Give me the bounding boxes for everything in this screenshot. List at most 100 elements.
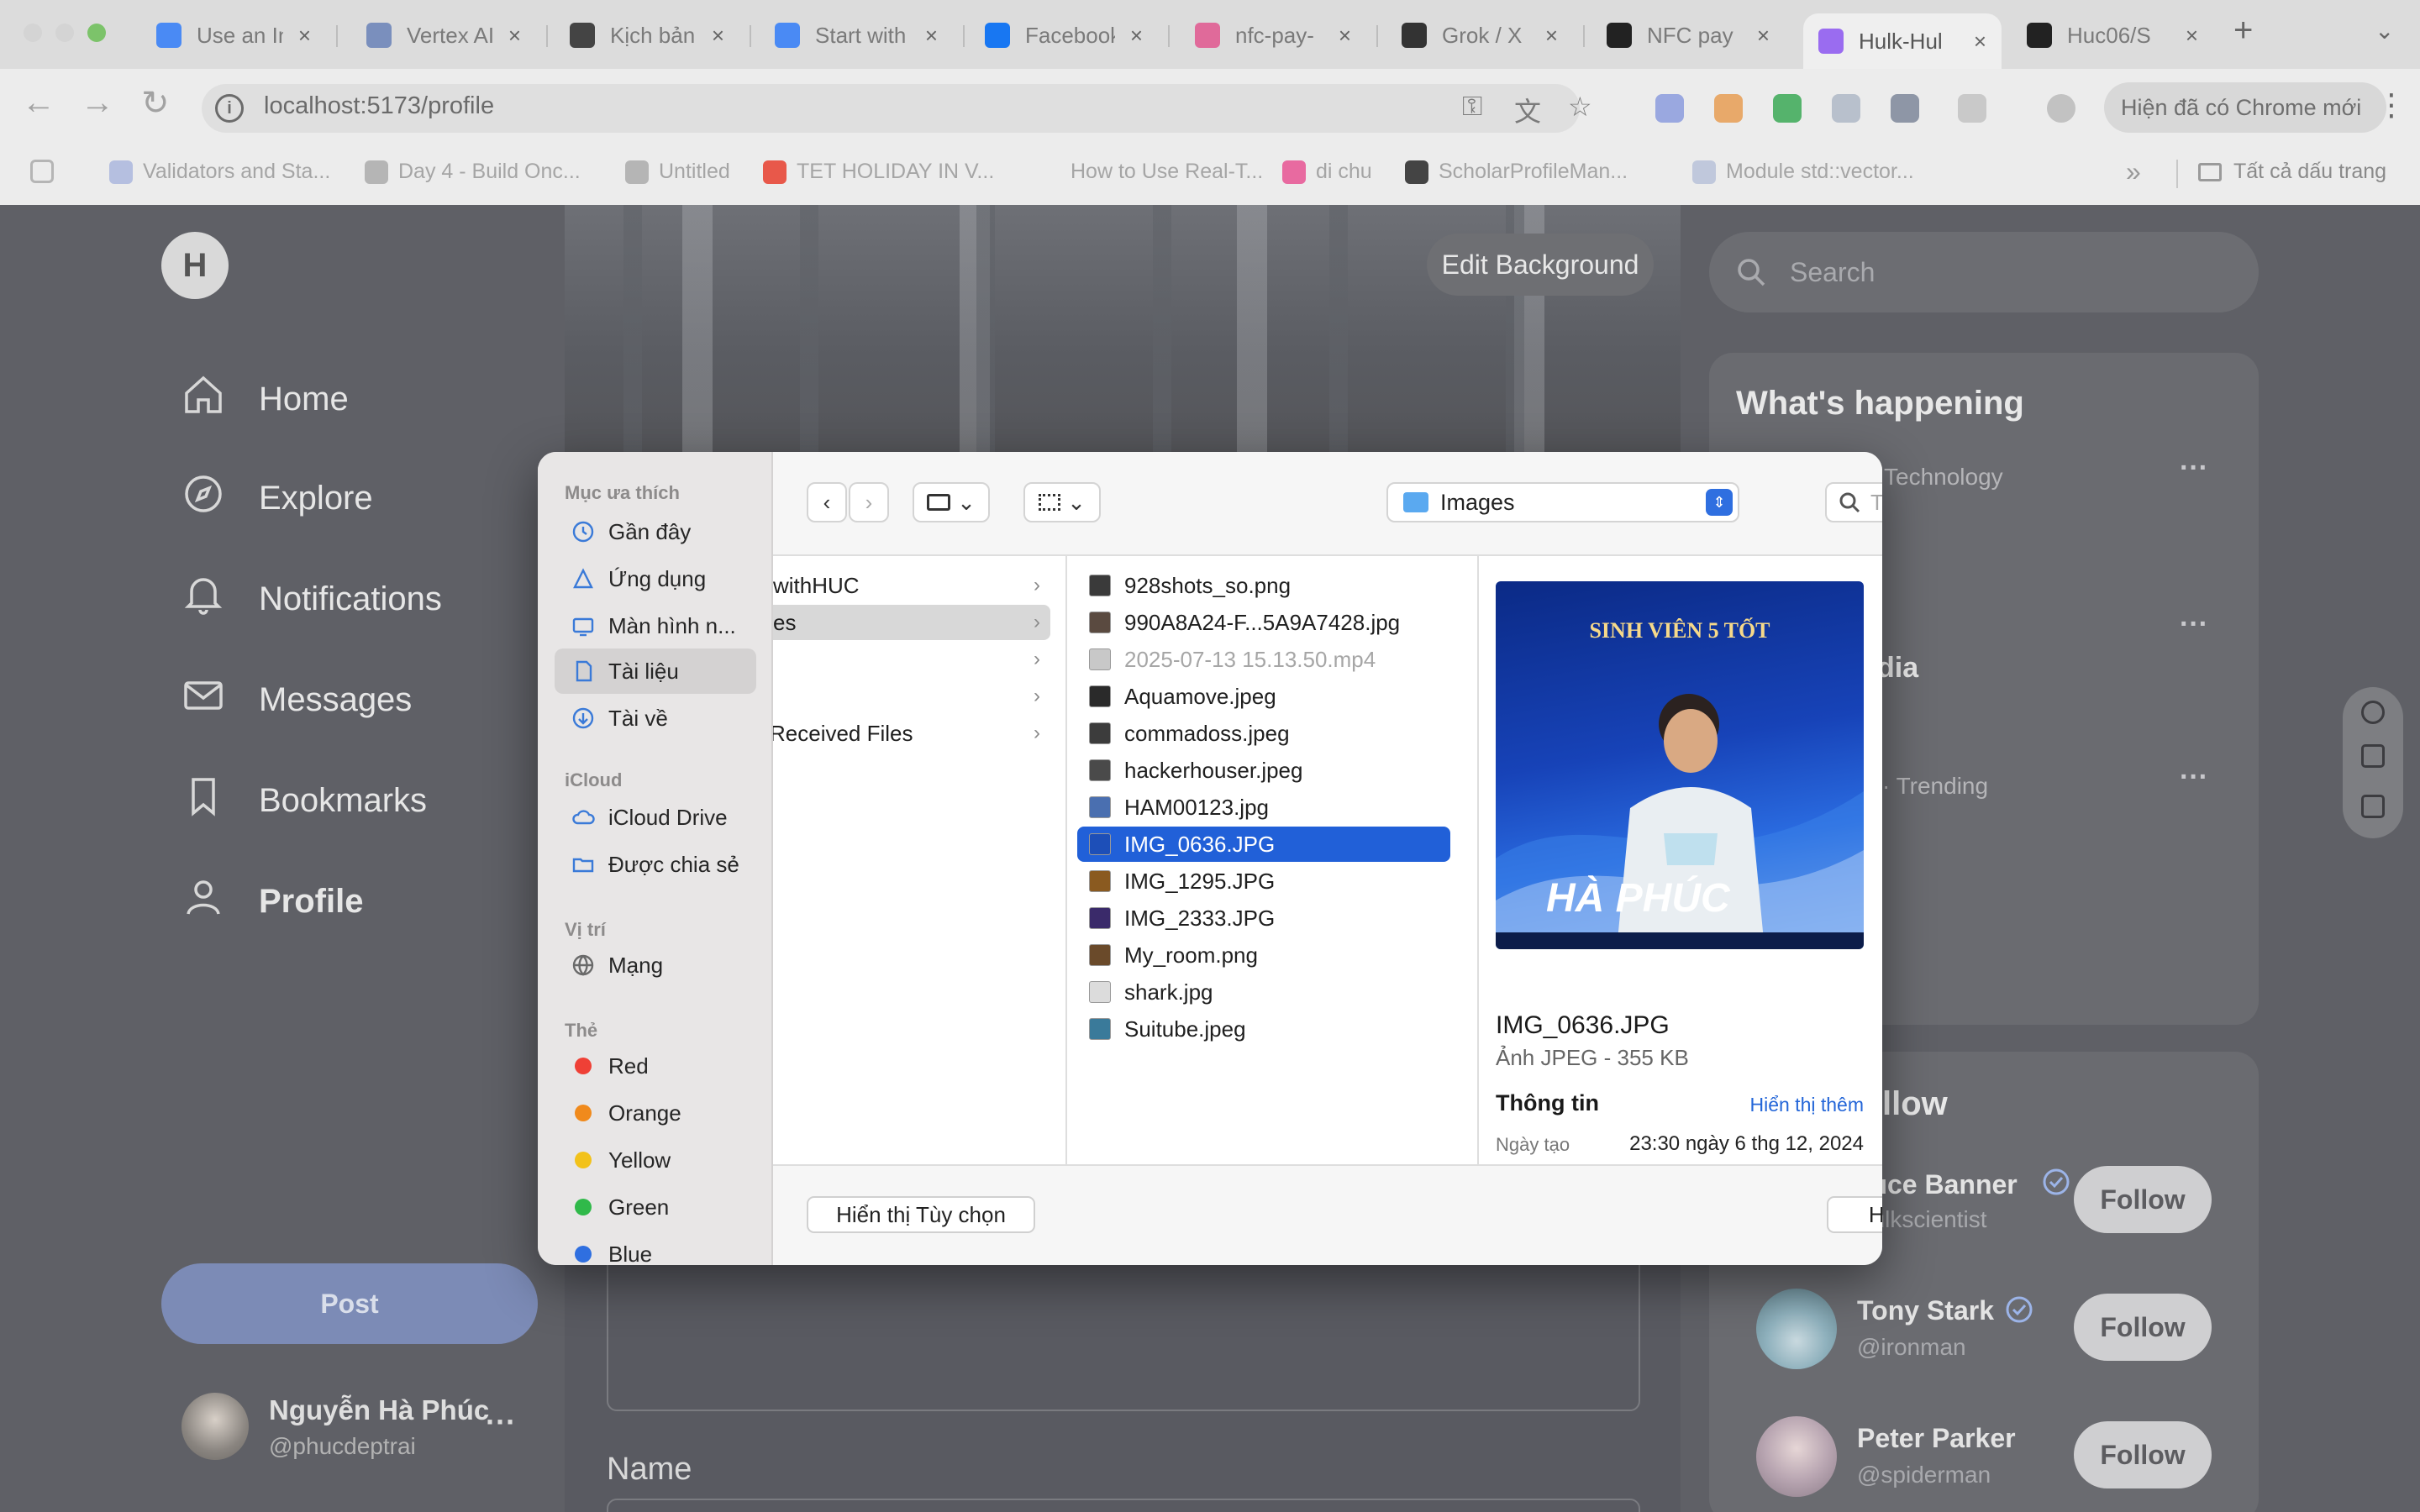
follow-button[interactable]: Follow	[2074, 1421, 2212, 1488]
browser-menu-icon[interactable]: ⋮	[2376, 87, 2407, 123]
window-zoom-button[interactable]	[87, 24, 106, 42]
extension-icon[interactable]	[1655, 94, 1684, 123]
folder-row[interactable]: Received Files ›	[773, 716, 1050, 751]
file-row[interactable]: HAM00123.jpg	[1077, 790, 1450, 825]
follow-button[interactable]: Follow	[2074, 1166, 2212, 1233]
new-tab-button[interactable]: +	[2233, 12, 2253, 50]
tab-close-icon[interactable]: ×	[1974, 29, 1986, 55]
file-row[interactable]: hackerhouser.jpeg	[1077, 753, 1450, 788]
sidebar-tag-yellow[interactable]: Yellow	[555, 1137, 756, 1183]
tab-search-button[interactable]: ⌄	[2375, 17, 2394, 45]
tab-close-icon[interactable]: ×	[1339, 23, 1351, 49]
follow-button[interactable]: Follow	[2074, 1294, 2212, 1361]
nav-item-explore[interactable]: Explore	[182, 472, 373, 524]
nav-item-home[interactable]: Home	[182, 373, 349, 425]
back-button[interactable]: ‹	[807, 482, 847, 522]
apps-grid-icon[interactable]	[30, 160, 54, 183]
file-row[interactable]: IMG_0636.JPG	[1077, 827, 1450, 862]
nav-item-messages[interactable]: Messages	[182, 674, 412, 726]
window-close-button[interactable]	[24, 24, 42, 42]
follow-name[interactable]: Tony Stark	[1857, 1295, 1994, 1326]
sidebar-item-icloud[interactable]: iCloud Drive	[555, 795, 756, 840]
metamask-extension-icon[interactable]	[1714, 94, 1743, 123]
show-more-link[interactable]: Hiển thị thêm	[1749, 1094, 1864, 1116]
extensions-puzzle-icon[interactable]	[1958, 94, 1986, 123]
tab-2[interactable]: Kịch bản ×	[555, 13, 739, 57]
file-row[interactable]: 990A8A24-F...5A9A7428.jpg	[1077, 605, 1450, 640]
folder-row[interactable]: ›	[773, 642, 1050, 677]
folder-row[interactable]: ›	[773, 679, 1050, 714]
tab-9[interactable]: Huc06/S ×	[2012, 13, 2213, 57]
extension-tool-icon[interactable]	[2361, 701, 2385, 724]
sidebar-tag-green[interactable]: Green	[555, 1184, 756, 1230]
column-view-button[interactable]: ⌄	[913, 482, 990, 522]
bookmark-item[interactable]: Validators and Sta...	[109, 160, 330, 184]
window-minimize-button[interactable]	[55, 24, 74, 42]
tab-close-icon[interactable]: ×	[1130, 23, 1143, 49]
tab-5[interactable]: nfc-pay- ×	[1180, 13, 1366, 57]
trend-more-icon[interactable]: ···	[2180, 452, 2208, 485]
tab-close-icon[interactable]: ×	[1757, 23, 1770, 49]
all-bookmarks-folder[interactable]: Tất cả dấu trang	[2198, 160, 2386, 184]
tab-7[interactable]: NFC pay ×	[1591, 13, 1785, 57]
forward-button[interactable]: →	[81, 84, 114, 122]
file-row[interactable]: 2025-07-13 15.13.50.mp4	[1077, 642, 1450, 677]
avatar[interactable]	[1756, 1289, 1837, 1369]
tab-close-icon[interactable]: ×	[508, 23, 521, 49]
translate-icon[interactable]: 文	[1514, 91, 1541, 129]
bookmark-item[interactable]: How to Use Real-T...	[1060, 160, 1263, 184]
profile-avatar-icon[interactable]	[2047, 94, 2075, 123]
bookmark-item[interactable]: di chu	[1282, 160, 1372, 184]
trend-more-icon[interactable]: ···	[2180, 761, 2208, 794]
sidebar-tag-orange[interactable]: Orange	[555, 1090, 756, 1136]
tab-4[interactable]: Facebook ×	[970, 13, 1158, 57]
site-info-icon[interactable]: i	[215, 94, 244, 123]
show-options-button[interactable]: Hiển thị Tùy chọn	[807, 1196, 1035, 1233]
tab-close-icon[interactable]: ×	[2186, 23, 2198, 49]
bookmark-item[interactable]: Day 4 - Build Onc...	[365, 160, 581, 184]
extension-icon[interactable]	[1891, 94, 1919, 123]
folder-row[interactable]: withHUC ›	[773, 568, 1050, 603]
sidebar-item-favorites[interactable]: Tài về	[555, 696, 756, 741]
dialog-search-input[interactable]: Tìm kiếm	[1825, 482, 1882, 522]
tab-close-icon[interactable]: ×	[1545, 23, 1558, 49]
trend-more-icon[interactable]: ···	[2180, 608, 2208, 641]
cancel-button[interactable]: Hủy	[1827, 1196, 1882, 1233]
nav-item-profile[interactable]: Profile	[182, 875, 363, 927]
avatar[interactable]	[1756, 1416, 1837, 1497]
nav-item-bookmarks[interactable]: Bookmarks	[182, 774, 427, 827]
sidebar-item-icloud[interactable]: Được chia sẻ	[555, 842, 756, 887]
sidebar-tag-red[interactable]: Red	[555, 1043, 756, 1089]
back-button[interactable]: ←	[22, 84, 55, 122]
tab-0[interactable]: Use an In ×	[141, 13, 326, 57]
sidebar-item-favorites[interactable]: Màn hình n...	[555, 603, 756, 648]
bookmark-item[interactable]: Module std::vector...	[1692, 160, 1914, 184]
tab-6[interactable]: Grok / X ×	[1386, 13, 1573, 57]
tab-3[interactable]: Start with ×	[760, 13, 953, 57]
bookmark-item[interactable]: Untitled	[625, 160, 730, 184]
bookmark-item[interactable]: TET HOLIDAY IN V...	[763, 160, 994, 184]
account-more-icon[interactable]: ···	[486, 1404, 516, 1440]
bookmark-item[interactable]: ScholarProfileMan...	[1405, 160, 1628, 184]
tab-8[interactable]: Hulk-Hul ×	[1803, 13, 2002, 69]
file-row[interactable]: commadoss.jpeg	[1077, 716, 1450, 751]
more-bookmarks-icon[interactable]: »	[2126, 156, 2141, 187]
file-row[interactable]: Aquamove.jpeg	[1077, 679, 1450, 714]
sidebar-item-locations[interactable]: Mạng	[555, 942, 756, 988]
bio-textarea[interactable]	[607, 1252, 1640, 1411]
reload-icon[interactable]: ↻	[141, 84, 170, 123]
sidebar-item-favorites[interactable]: Ứng dụng	[555, 556, 756, 601]
sidebar-item-favorites[interactable]: Tài liệu	[555, 648, 756, 694]
password-key-icon[interactable]: ⚿	[1462, 91, 1482, 123]
file-row[interactable]: IMG_1295.JPG	[1077, 864, 1450, 899]
forward-button[interactable]: ›	[849, 482, 889, 522]
folder-row[interactable]: es ›	[773, 605, 1050, 640]
file-row[interactable]: My_room.png	[1077, 937, 1450, 973]
file-row[interactable]: shark.jpg	[1077, 974, 1450, 1010]
follow-name[interactable]: Peter Parker	[1857, 1423, 2016, 1454]
edit-background-button[interactable]: Edit Background	[1427, 234, 1654, 296]
group-view-button[interactable]: ⌄	[1023, 482, 1101, 522]
file-row[interactable]: Suitube.jpeg	[1077, 1011, 1450, 1047]
file-row[interactable]: 928shots_so.png	[1077, 568, 1450, 603]
bookmark-tool-icon[interactable]	[2361, 744, 2385, 768]
